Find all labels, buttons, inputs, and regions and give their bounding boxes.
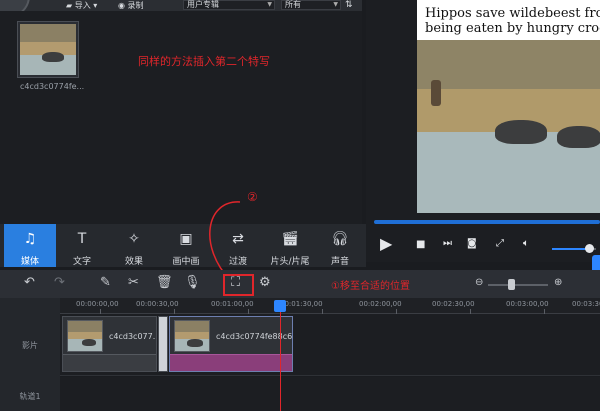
playhead-handle[interactable]: [274, 300, 286, 312]
record-icon: ◉: [118, 1, 125, 10]
stop-icon[interactable]: ■: [416, 239, 425, 250]
time-ruler[interactable]: 00:00:00,00 00:00:30,00 00:01:00,00 00:0…: [60, 298, 600, 314]
tab-media[interactable]: ♫ 媒体: [4, 224, 56, 267]
thumbnail-image: [20, 24, 76, 75]
clip-name: c4cd3c0774fe88c6...: [216, 332, 293, 341]
snapshot-icon[interactable]: ◙: [467, 238, 477, 249]
clapper-icon: 🎬︎: [281, 231, 299, 247]
tab-label: 片头/片尾: [270, 257, 310, 267]
tab-effects[interactable]: ✧ 效果: [108, 224, 160, 267]
overlay-track[interactable]: [60, 377, 600, 411]
microphone-icon[interactable]: 🎙︎: [184, 275, 201, 290]
filter-select-value: 所有: [285, 0, 301, 9]
media-library: c4cd3c0774fe... 同样的方法插入第二个特写: [0, 11, 362, 224]
volume-knob[interactable]: [585, 244, 595, 253]
zoom-out-icon[interactable]: ⊖: [475, 277, 483, 288]
edit-icon[interactable]: ✎: [100, 275, 111, 290]
highlight-box: [223, 274, 254, 296]
clip-thumbnail: [174, 320, 210, 352]
volume-slider[interactable]: [552, 244, 596, 253]
ruler-label: 00:00:30,00: [136, 300, 179, 308]
effects-icon: ✧: [128, 231, 140, 247]
filter-select[interactable]: 所有 ▼: [281, 0, 341, 10]
progress-bar[interactable]: [374, 220, 600, 224]
scissors-icon[interactable]: ✂: [128, 275, 139, 290]
media-icon: ♫: [23, 231, 37, 247]
track1-label: 轨道1: [19, 392, 41, 401]
transition-marker[interactable]: [158, 316, 168, 372]
import-button[interactable]: ▰ 导入 ▾: [66, 0, 97, 11]
clip-name: c4cd3c077...: [109, 332, 157, 341]
video-track-label: 影片: [22, 341, 38, 350]
zoom-slider[interactable]: [488, 284, 548, 286]
sort-icon[interactable]: ⇅: [345, 0, 353, 11]
chevron-down-icon: ▼: [333, 1, 338, 8]
settings-icon[interactable]: ⚙: [259, 275, 271, 290]
play-icon[interactable]: ▶: [380, 234, 392, 253]
tab-intro-outro[interactable]: 🎬︎ 片头/片尾: [264, 224, 316, 267]
import-label: 导入: [74, 1, 91, 10]
instruction-text: 同样的方法插入第二个特写: [138, 55, 270, 68]
video-clip[interactable]: c4cd3c0774fe88c6...: [169, 316, 293, 372]
chevron-down-icon: ▼: [267, 1, 272, 8]
next-frame-icon[interactable]: ⏭: [443, 238, 452, 249]
video-clip[interactable]: c4cd3c077...: [62, 316, 157, 372]
ruler-label: 00:03:30,0: [572, 300, 600, 308]
media-thumbnail[interactable]: [17, 21, 79, 78]
media-toolbar: ▰ 导入 ▾ ◉ 录制 用户专辑 ▼ 所有 ▼ ⇅: [0, 0, 362, 18]
tab-label: 媒体: [20, 257, 39, 267]
fullscreen-icon[interactable]: ⤢: [496, 238, 504, 249]
playhead-line: [280, 312, 281, 411]
tab-label: 效果: [124, 257, 143, 267]
redo-icon[interactable]: ↷: [54, 275, 65, 290]
undo-icon[interactable]: ↶: [24, 275, 35, 290]
video-track[interactable]: c4cd3c077... c4cd3c0774fe88c6...: [60, 314, 600, 376]
ruler-label: 00:03:00,00: [506, 300, 549, 308]
record-button[interactable]: ◉ 录制: [118, 0, 144, 11]
text-icon: T: [77, 231, 87, 247]
ruler-label: 00:01:30,00: [280, 300, 323, 308]
tab-label: 文字: [72, 257, 91, 267]
headphones-icon: 🎧︎: [331, 231, 349, 247]
playback-controls: ▶ ■ ⏭ ◙ ⤢ 🔈︎: [366, 232, 600, 262]
album-select-value: 用户专辑: [187, 0, 219, 9]
album-select[interactable]: 用户专辑 ▼: [183, 0, 275, 10]
video-caption: Hippos save wildebeest from being eaten …: [425, 6, 600, 36]
media-thumbnail-label: c4cd3c0774fe...: [20, 82, 85, 91]
zoom-knob[interactable]: [508, 279, 515, 290]
chevron-down-icon: ▾: [93, 1, 98, 10]
ruler-label: 00:02:30,00: [432, 300, 475, 308]
ruler-label: 00:02:00,00: [359, 300, 402, 308]
record-label: 录制: [127, 1, 144, 10]
ruler-label: 00:00:00,00: [76, 300, 119, 308]
clip-thumbnail: [67, 320, 103, 352]
video-preview: Hippos save wildebeest from being eaten …: [417, 0, 600, 213]
zoom-in-icon[interactable]: ⊕: [554, 277, 562, 288]
tab-label: 声音: [330, 257, 349, 267]
folder-icon: ▰: [66, 1, 73, 10]
tab-text[interactable]: T 文字: [56, 224, 108, 267]
tab-sound[interactable]: 🎧︎ 声音: [314, 224, 366, 267]
track-labels: 影片 轨道1: [0, 298, 60, 411]
volume-fill: [552, 248, 590, 250]
preview-panel: Hippos save wildebeest from being eaten …: [366, 0, 600, 262]
step-2-label: ②: [247, 190, 258, 204]
ruler-label: 00:01:00,00: [211, 300, 254, 308]
category-tabs: ♫ 媒体 T 文字 ✧ 效果 ▣ 画中画 ⇄ 过渡 🎬︎ 片头/片尾 🎧︎ 声音: [0, 224, 366, 267]
delete-icon[interactable]: 🗑︎: [156, 275, 173, 290]
volume-icon[interactable]: 🔈︎: [523, 238, 529, 249]
step-1-hint: ①移至合适的位置: [331, 281, 410, 292]
